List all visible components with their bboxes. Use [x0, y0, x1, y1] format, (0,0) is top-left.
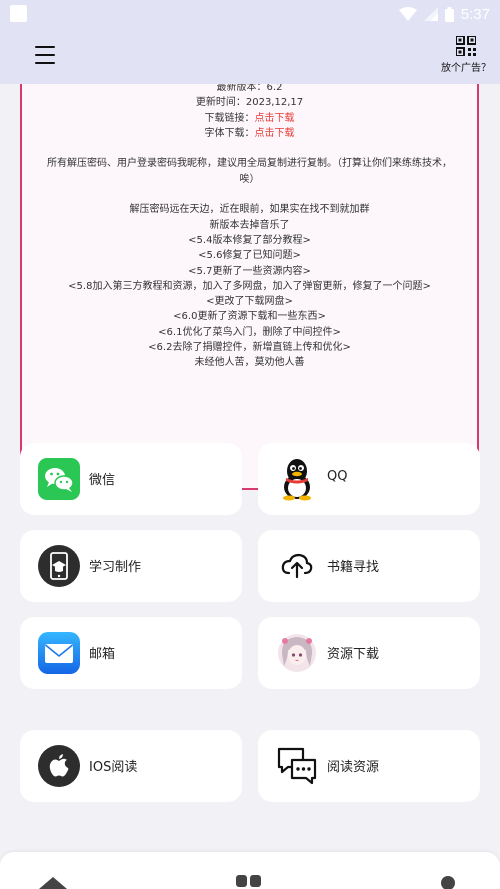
changelog-line: <5.4版本修复了部分教程>	[188, 234, 311, 246]
qq-label: QQ	[327, 469, 348, 484]
changelog-line: <6.1优化了菜鸟入门，删除了中间控件>	[158, 326, 341, 338]
changelog-line: 解压密码远在天边，近在眼前，如果实在找不到就加群	[129, 204, 370, 216]
mail-icon	[37, 631, 81, 675]
download-label: 下载链接：	[204, 112, 255, 124]
wechat-tile[interactable]: 微信	[20, 443, 242, 515]
reading-resources-label: 阅读资源	[327, 760, 380, 775]
resources-label: 资源下载	[327, 647, 380, 662]
status-time: 5:37	[460, 5, 490, 23]
font-download-row: 字体下载：点击下载	[22, 126, 477, 141]
wifi-icon	[398, 7, 417, 21]
battery-icon	[444, 6, 454, 22]
changelog-line: <更改了下载网盘>	[206, 296, 293, 308]
mail-label: 邮箱	[89, 647, 116, 662]
changelog-line: <6.0更新了资源下载和一些东西>	[173, 311, 326, 323]
ios-reading-label: IOS阅读	[89, 760, 138, 775]
changelog-line: <5.7更新了一些资源内容>	[188, 265, 311, 277]
notice-card: 最新版本：6.2 更新时间：2023,12,17 下载链接：点击下载 字体下载：…	[20, 84, 479, 490]
books-tile[interactable]: 书籍寻找	[258, 530, 480, 602]
ad-button[interactable]: 放个广告？	[438, 36, 494, 76]
reading-resources-tile[interactable]: 阅读资源	[258, 730, 480, 802]
download-link[interactable]: 点击下载	[255, 113, 295, 124]
apple-icon	[37, 744, 81, 788]
notice-text: 最新版本：6.2 更新时间：2023,12,17 下载链接：点击下载 字体下载：…	[22, 84, 477, 371]
study-label: 学习制作	[89, 560, 142, 575]
qq-tile[interactable]: QQ	[258, 443, 480, 515]
font-label: 字体下载：	[204, 127, 255, 139]
app-bar: 放个广告？	[0, 28, 500, 84]
signal-icon	[423, 7, 438, 21]
qq-penguin-icon	[275, 457, 319, 501]
grid-icon[interactable]	[235, 872, 263, 887]
download-row: 下载链接：点击下载	[22, 111, 477, 126]
qr-code-icon	[456, 36, 476, 56]
font-download-link[interactable]: 点击下载	[255, 128, 295, 139]
notification-icon	[10, 5, 27, 22]
profile-icon[interactable]	[440, 874, 456, 889]
ios-reading-tile[interactable]: IOS阅读	[20, 730, 242, 802]
bottom-nav	[0, 852, 500, 889]
version-text: 最新版本：6.2	[216, 84, 283, 93]
changelog-line: 新版本去掉音乐了	[209, 219, 290, 231]
home-icon[interactable]	[37, 874, 69, 889]
cloud-upload-icon	[275, 544, 319, 588]
books-label: 书籍寻找	[327, 560, 380, 575]
changelog-line: <5.8加入第三方教程和资源，加入了多网盘，加入了弹窗更新，修复了一个问题>	[68, 280, 431, 292]
study-phone-icon	[37, 544, 81, 588]
status-bar: 5:37	[0, 0, 500, 28]
wechat-label: 微信	[89, 473, 116, 488]
mail-tile[interactable]: 邮箱	[20, 617, 242, 689]
changelog-line: <6.2去除了捐赠控件，新增直链上传和优化>	[148, 342, 351, 354]
password-note: 所有解压密码、用户登录密码我昵称，建议用全局复制进行复制。（打算让你们来练练技术…	[47, 158, 452, 185]
chat-bubbles-icon	[275, 744, 319, 788]
ad-label: 放个广告？	[441, 63, 491, 74]
main-content[interactable]: 最新版本：6.2 更新时间：2023,12,17 下载链接：点击下载 字体下载：…	[0, 84, 500, 854]
study-tile[interactable]: 学习制作	[20, 530, 242, 602]
status-icons: 5:37	[398, 4, 490, 24]
wechat-icon	[37, 457, 81, 501]
update-time-text: 更新时间：2023,12,17	[195, 97, 304, 109]
changelog-line: 未经他人苦，莫劝他人善	[194, 357, 305, 369]
resources-tile[interactable]: 资源下载	[258, 617, 480, 689]
menu-icon	[35, 46, 55, 48]
menu-button[interactable]	[33, 45, 57, 65]
anime-avatar-icon	[275, 631, 319, 675]
changelog-line: <5.6修复了已知问题>	[198, 250, 301, 262]
